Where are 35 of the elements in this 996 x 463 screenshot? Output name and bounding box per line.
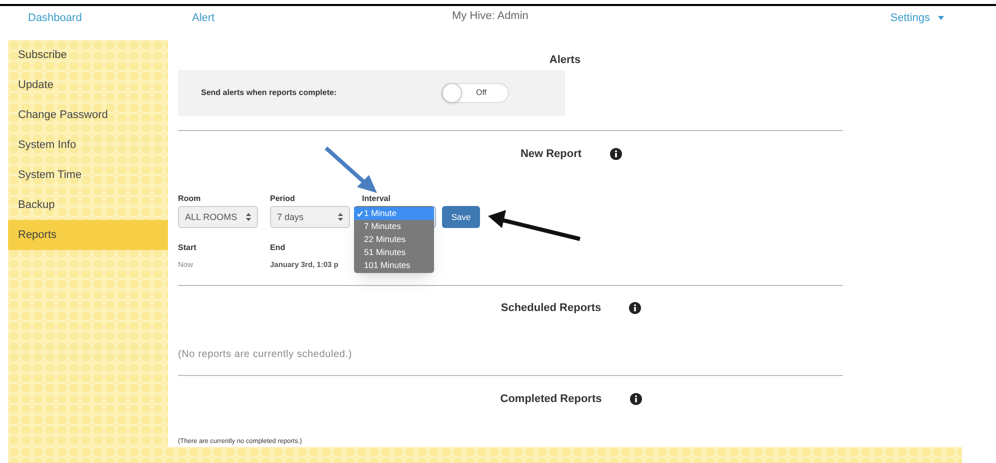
dropdown-option[interactable]: 1 Minute (354, 207, 434, 220)
info-icon[interactable] (629, 302, 642, 314)
dropdown-option[interactable]: 7 Minutes (354, 220, 434, 234)
updown-icon (338, 213, 343, 222)
field-label: Room (178, 193, 202, 206)
empty-message: (No reports are currently scheduled.) (178, 348, 353, 362)
sidebar-item[interactable]: Update (8, 70, 168, 100)
sidebar-item[interactable]: Backup (8, 190, 168, 220)
caret-icon (938, 16, 944, 20)
alert-label: Send alerts when reports complete: (201, 86, 338, 99)
field-label: Period (270, 193, 296, 206)
check-icon (357, 210, 363, 217)
section-title: New Report (520, 147, 582, 162)
info-icon[interactable] (630, 393, 642, 406)
select-field[interactable]: ALL ROOMS (178, 206, 258, 228)
sidebar-item[interactable]: System Time (8, 160, 168, 190)
select-field[interactable]: 7 days (270, 206, 350, 228)
dropdown-option[interactable]: 22 Minutes (354, 233, 434, 246)
field-label: Interval (362, 193, 390, 206)
dropdown-option[interactable]: 101 Minutes (354, 259, 434, 272)
sidebar-item[interactable]: Change Password (8, 100, 168, 130)
toggle-switch[interactable]: Off (441, 82, 509, 103)
field-label: Start (178, 242, 198, 254)
sidebar-item[interactable]: System Info (8, 130, 168, 160)
updown-icon (246, 213, 251, 222)
field-label: End (270, 242, 286, 254)
info-icon[interactable] (610, 148, 622, 160)
section-title: Scheduled Reports (500, 301, 602, 316)
sidebar-item[interactable]: Reports (8, 220, 168, 250)
section-title: Alerts (549, 52, 581, 68)
sidebar-item[interactable]: Subscribe (8, 40, 168, 70)
page-title: My Hive: Admin (452, 9, 528, 24)
save-button[interactable]: Save (442, 206, 480, 228)
dropdown-option[interactable]: 51 Minutes (354, 246, 434, 260)
section-title: Completed Reports (500, 392, 602, 407)
